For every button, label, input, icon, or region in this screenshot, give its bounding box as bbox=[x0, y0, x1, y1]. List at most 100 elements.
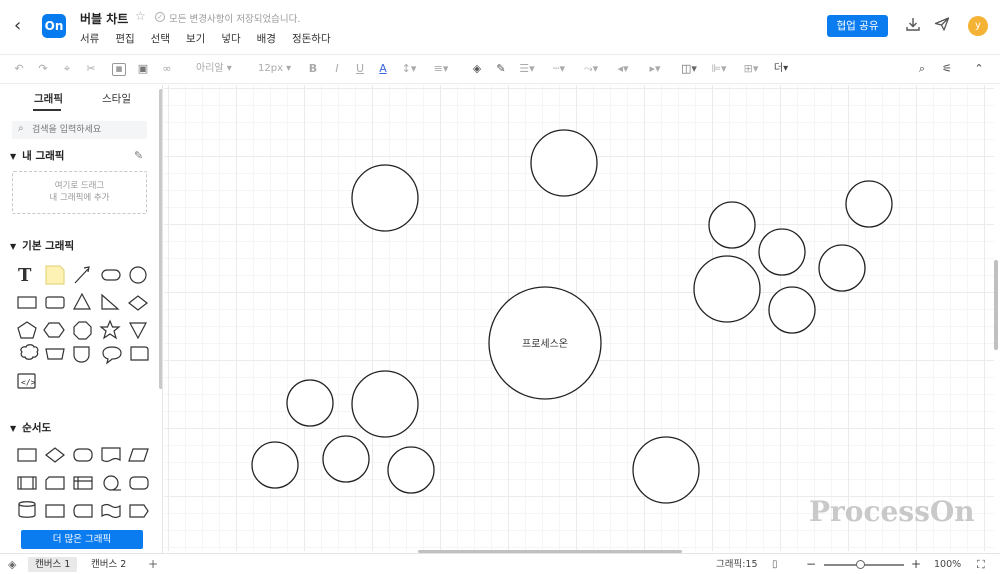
undo-icon[interactable]: ↶ bbox=[12, 61, 26, 77]
share-button[interactable]: 협업 공유 bbox=[827, 15, 888, 37]
save-status: 모든 변경사항이 저장되었습니다. bbox=[169, 14, 301, 25]
line-width-icon[interactable]: ☰▾ bbox=[516, 61, 538, 77]
tape-shape-icon bbox=[101, 503, 121, 519]
menu-arrange[interactable]: 정돈하다 bbox=[292, 31, 331, 46]
layers-icon[interactable]: ◈ bbox=[8, 557, 16, 572]
shape-count: 그래픽:15 bbox=[716, 559, 758, 570]
zoom-slider-handle[interactable] bbox=[856, 560, 865, 569]
add-canvas-button[interactable]: + bbox=[148, 557, 158, 572]
bubble[interactable] bbox=[251, 441, 299, 489]
bubble[interactable] bbox=[768, 286, 816, 334]
bubble[interactable] bbox=[693, 255, 761, 323]
bubble[interactable] bbox=[322, 435, 370, 483]
send-icon[interactable] bbox=[933, 16, 951, 34]
format-painter-icon[interactable]: ⌖ bbox=[60, 61, 74, 77]
zoom-out-button[interactable]: − bbox=[806, 557, 816, 572]
edit-icon[interactable]: ✎ bbox=[134, 149, 143, 162]
canvas-tab-1[interactable]: 캔버스 1 bbox=[28, 557, 78, 572]
terminator-shape-icon bbox=[73, 448, 93, 462]
process-shape-icon bbox=[17, 448, 37, 462]
flowchart-shapes-grid bbox=[17, 447, 149, 519]
cloud-shape-icon bbox=[20, 344, 39, 360]
zoom-in-button[interactable]: + bbox=[911, 557, 921, 572]
center-bubble-label: 프로세스온 bbox=[522, 339, 568, 350]
search-input[interactable] bbox=[32, 123, 142, 137]
bubble[interactable] bbox=[530, 129, 598, 197]
find-icon[interactable]: ⌕ bbox=[915, 61, 929, 77]
collapse-icon[interactable]: ⌃ bbox=[972, 61, 986, 77]
menu-select[interactable]: 선택 bbox=[151, 31, 170, 46]
bubble[interactable] bbox=[387, 446, 435, 494]
font-color-icon[interactable]: A bbox=[377, 61, 389, 77]
tab-graphics[interactable]: 그래픽 bbox=[34, 91, 63, 106]
align-shapes-icon[interactable]: ⊫▾ bbox=[708, 61, 730, 77]
clear-format-icon[interactable]: ✂ bbox=[84, 61, 98, 77]
data-shape-icon bbox=[128, 448, 149, 462]
more-graphics-button[interactable]: 더 많은 그래픽 bbox=[21, 530, 143, 549]
tab-style[interactable]: 스타일 bbox=[102, 91, 131, 106]
avatar[interactable]: y bbox=[968, 16, 988, 36]
star-icon[interactable]: ☆ bbox=[135, 9, 146, 23]
section-flowchart[interactable]: ▼ 순서도 bbox=[10, 420, 51, 435]
chevron-left-icon[interactable]: ‹ bbox=[14, 16, 30, 36]
menu-file[interactable]: 서류 bbox=[80, 31, 99, 46]
table-icon[interactable]: ⊞▾ bbox=[740, 61, 762, 77]
line-color-icon[interactable]: ✎ bbox=[494, 61, 508, 77]
line-spacing-icon[interactable]: ↕▾ bbox=[400, 61, 418, 77]
font-family-select[interactable]: 아리알 ▾ bbox=[196, 61, 242, 77]
download-icon[interactable] bbox=[904, 16, 922, 34]
menu-insert[interactable]: 넣다 bbox=[221, 31, 240, 46]
bubble[interactable] bbox=[632, 436, 700, 504]
drop-zone[interactable]: 여기로 드래그 내 그래픽에 추가 bbox=[12, 171, 147, 214]
bold-icon[interactable]: B bbox=[307, 61, 319, 77]
layer-icon[interactable]: ◫▾ bbox=[678, 61, 700, 77]
bubble[interactable] bbox=[708, 201, 756, 249]
map-icon[interactable]: ▯ bbox=[772, 557, 778, 572]
menu-background[interactable]: 배경 bbox=[257, 31, 276, 46]
italic-icon[interactable]: I bbox=[331, 61, 343, 77]
document-title[interactable]: 버블 차트 bbox=[80, 10, 128, 27]
more-toolbar-button[interactable]: 더▾ bbox=[770, 61, 792, 77]
menu-view[interactable]: 보기 bbox=[186, 31, 205, 46]
left-panel-scrollbar[interactable] bbox=[159, 89, 162, 389]
canvas-vertical-scrollbar[interactable] bbox=[994, 260, 998, 350]
bubble[interactable] bbox=[351, 370, 419, 438]
basic-shapes-grid: T </> bbox=[17, 265, 149, 389]
section-basic[interactable]: ▼ 기본 그래픽 bbox=[10, 238, 74, 253]
logo[interactable]: On bbox=[42, 14, 66, 38]
bubble[interactable] bbox=[286, 379, 334, 427]
search-box[interactable]: ⌕ bbox=[12, 121, 147, 139]
connector-shape-icon bbox=[103, 475, 119, 491]
display-shape-icon bbox=[129, 476, 149, 490]
bubble[interactable] bbox=[818, 244, 866, 292]
redo-icon[interactable]: ↷ bbox=[36, 61, 50, 77]
link-icon[interactable]: ∞ bbox=[160, 61, 174, 77]
fullscreen-icon[interactable]: ⛶ bbox=[977, 557, 985, 572]
dropzone-text: 여기로 드래그 bbox=[54, 181, 105, 191]
fill-color-icon[interactable]: ◈ bbox=[470, 61, 484, 77]
section-my-graphics[interactable]: ▼ 내 그래픽 bbox=[10, 148, 64, 163]
image-icon[interactable]: ▣ bbox=[136, 61, 150, 77]
diagram-canvas[interactable]: 프로세스온 ProcessOn bbox=[164, 85, 994, 551]
arrow-end-icon[interactable]: ▸▾ bbox=[644, 61, 666, 77]
bubble[interactable] bbox=[758, 228, 806, 276]
hexagon-shape-icon bbox=[43, 322, 65, 338]
font-size-select[interactable]: 12px ▾ bbox=[258, 61, 298, 77]
canvas-tab-2[interactable]: 캔버스 2 bbox=[84, 557, 133, 572]
rectangle-shape-icon bbox=[17, 296, 37, 309]
arrow-start-icon[interactable]: ◂▾ bbox=[612, 61, 634, 77]
menu-edit[interactable]: 편집 bbox=[115, 31, 134, 46]
underline-icon[interactable]: U bbox=[354, 61, 366, 77]
image-frame-icon[interactable]: ▦ bbox=[112, 63, 126, 76]
svg-text:</>: </> bbox=[21, 378, 36, 387]
line-style-icon[interactable]: ┄▾ bbox=[548, 61, 570, 77]
zoom-level[interactable]: 100% bbox=[934, 557, 961, 572]
bubble[interactable] bbox=[351, 164, 419, 232]
document-shape-icon bbox=[101, 447, 121, 463]
align-icon[interactable]: ≡▾ bbox=[430, 61, 452, 77]
connector-icon[interactable]: ⤳▾ bbox=[580, 61, 602, 77]
check-circle-icon: ✓ bbox=[155, 12, 165, 22]
bubble[interactable] bbox=[845, 180, 893, 228]
card-shape-icon bbox=[45, 476, 65, 490]
settings-sliders-icon[interactable]: ⚟ bbox=[940, 61, 954, 77]
